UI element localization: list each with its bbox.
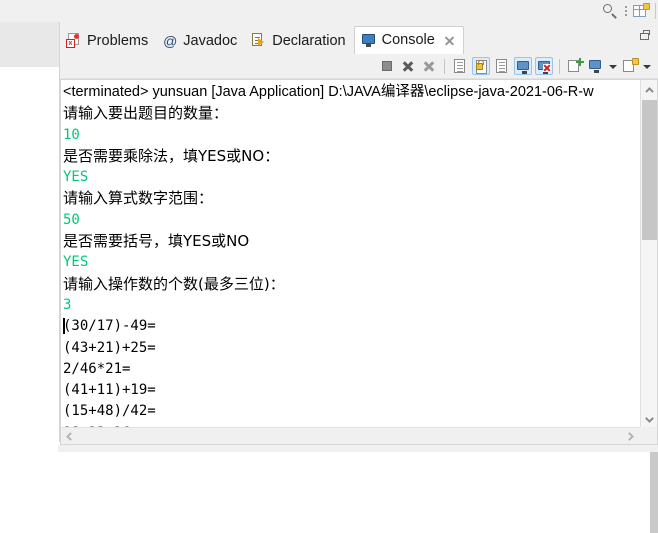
drag-handle-dots[interactable] xyxy=(624,3,628,19)
remove-launch-button[interactable] xyxy=(399,57,417,75)
console-line: 请输入算式数字范围： xyxy=(63,189,214,208)
search-icon-circle xyxy=(603,4,612,13)
vertical-scroll-thumb[interactable] xyxy=(642,100,657,240)
eclipse-console-window: x Problems @ Javadoc Declaration Console… xyxy=(0,0,658,533)
show-console-on-error-button[interactable] xyxy=(535,57,553,75)
console-line: 请输入要出题目的数量： xyxy=(63,104,229,123)
scroll-lock-button[interactable] xyxy=(472,57,490,75)
perspective-bar-controls xyxy=(601,0,656,22)
console-icon xyxy=(361,33,377,49)
drag-dot xyxy=(625,14,627,16)
word-wrap-icon xyxy=(496,59,507,73)
toolbar-separator xyxy=(444,58,445,74)
console-line: 3 xyxy=(63,296,72,313)
console-line: 是否需要乘除法，填YES或NO： xyxy=(63,146,280,165)
console-line: 请输入操作数的个数(最多三位)： xyxy=(63,274,285,293)
terminate-icon xyxy=(382,61,392,71)
problems-icon: x xyxy=(66,33,82,49)
console-line: (41+11)+19= xyxy=(63,382,156,399)
view-bottom-edge xyxy=(58,445,658,452)
console-text-area[interactable]: <terminated> yunsuan [Java Application] … xyxy=(61,80,640,427)
tab-console[interactable]: Console xyxy=(353,26,464,54)
terminate-button[interactable] xyxy=(378,57,396,75)
clear-console-icon-lines xyxy=(457,62,463,63)
display-selected-console-button[interactable] xyxy=(587,57,605,75)
tab-problems-label: Problems xyxy=(87,32,149,49)
chevron-up-icon xyxy=(645,86,653,94)
console-output-panel: <terminated> yunsuan [Java Application] … xyxy=(60,79,658,445)
console-vertical-scrollbar[interactable] xyxy=(640,80,657,427)
scroll-up-button[interactable] xyxy=(641,80,658,97)
console-horizontal-scrollbar[interactable] xyxy=(61,427,640,444)
remove-all-terminated-button[interactable] xyxy=(420,57,438,75)
scroll-down-button[interactable] xyxy=(641,410,658,427)
open-console-dropdown[interactable] xyxy=(642,59,652,73)
perspective-bar xyxy=(0,0,658,22)
chevron-left-icon xyxy=(66,432,74,441)
left-pane-tab-strip xyxy=(0,22,60,67)
console-line: YES xyxy=(63,254,89,271)
console-view: x Problems @ Javadoc Declaration Console… xyxy=(60,22,658,445)
drag-dot xyxy=(625,6,627,8)
drag-dot xyxy=(625,10,627,12)
tab-declaration[interactable]: Declaration xyxy=(245,28,353,54)
scroll-lock-icon-lock xyxy=(476,60,485,70)
console-line: 2/46*21= xyxy=(63,360,131,377)
clear-console-icon xyxy=(454,59,465,73)
console-line: YES xyxy=(63,169,89,186)
show-console-on-output-button[interactable] xyxy=(514,57,532,75)
display-console-dropdown[interactable] xyxy=(608,59,618,73)
window-right-edge xyxy=(650,452,658,533)
clear-console-button[interactable] xyxy=(451,57,469,75)
tab-javadoc-label: Javadoc xyxy=(183,32,238,49)
remove-all-terminated-icon xyxy=(423,60,435,72)
pin-console-button[interactable] xyxy=(566,57,584,75)
console-line: (43+21)+25= xyxy=(63,339,156,356)
tab-javadoc[interactable]: @ Javadoc xyxy=(156,28,245,54)
console-line: 是否需要括号，填YES或NO xyxy=(63,232,250,251)
console-icon-stand xyxy=(365,43,371,47)
console-process-header: <terminated> yunsuan [Java Application] … xyxy=(63,84,594,100)
perspective-separator xyxy=(655,3,656,19)
tab-problems[interactable]: x Problems xyxy=(60,28,156,54)
search-icon-handle xyxy=(611,13,617,19)
word-wrap-icon-lines xyxy=(499,62,505,63)
console-line: 50 xyxy=(63,211,80,228)
display-console-icon xyxy=(589,60,601,73)
workbench-background xyxy=(0,445,658,533)
tab-console-label: Console xyxy=(381,32,435,49)
console-toolbar xyxy=(60,54,658,79)
console-line: (30/17)-49= xyxy=(63,316,640,337)
perspective-star xyxy=(643,2,650,10)
close-icon[interactable] xyxy=(443,35,455,47)
word-wrap-button[interactable] xyxy=(493,57,511,75)
console-line: 10 xyxy=(63,126,80,143)
left-pane-body xyxy=(0,67,60,442)
java-perspective-icon[interactable] xyxy=(633,2,650,20)
declaration-icon xyxy=(251,33,267,49)
open-console-button[interactable] xyxy=(621,57,639,75)
minimize-restore-icon[interactable] xyxy=(636,28,654,44)
tab-declaration-label: Declaration xyxy=(272,32,346,49)
remove-launch-icon xyxy=(402,60,414,72)
scroll-right-button[interactable] xyxy=(623,428,640,445)
toolbar-separator xyxy=(559,58,560,74)
chevron-right-icon xyxy=(628,432,636,441)
view-tab-bar: x Problems @ Javadoc Declaration Console xyxy=(60,22,658,54)
show-console-stdout-icon xyxy=(517,61,529,74)
scroll-left-button[interactable] xyxy=(61,428,78,445)
show-console-stderr-icon-x xyxy=(543,64,551,72)
scrollbar-corner xyxy=(640,427,657,444)
problems-icon-badge: x xyxy=(66,39,75,48)
open-console-icon-star xyxy=(632,58,639,65)
console-line: (15+48)/42= xyxy=(63,403,156,420)
declaration-icon-arrow xyxy=(258,38,265,46)
search-icon[interactable] xyxy=(601,2,619,20)
pin-console-icon-plus xyxy=(576,58,584,66)
console-icon-monitor xyxy=(361,33,375,44)
javadoc-icon: @ xyxy=(163,33,178,49)
restore-front-square xyxy=(640,33,649,40)
chevron-down-icon xyxy=(645,416,653,424)
